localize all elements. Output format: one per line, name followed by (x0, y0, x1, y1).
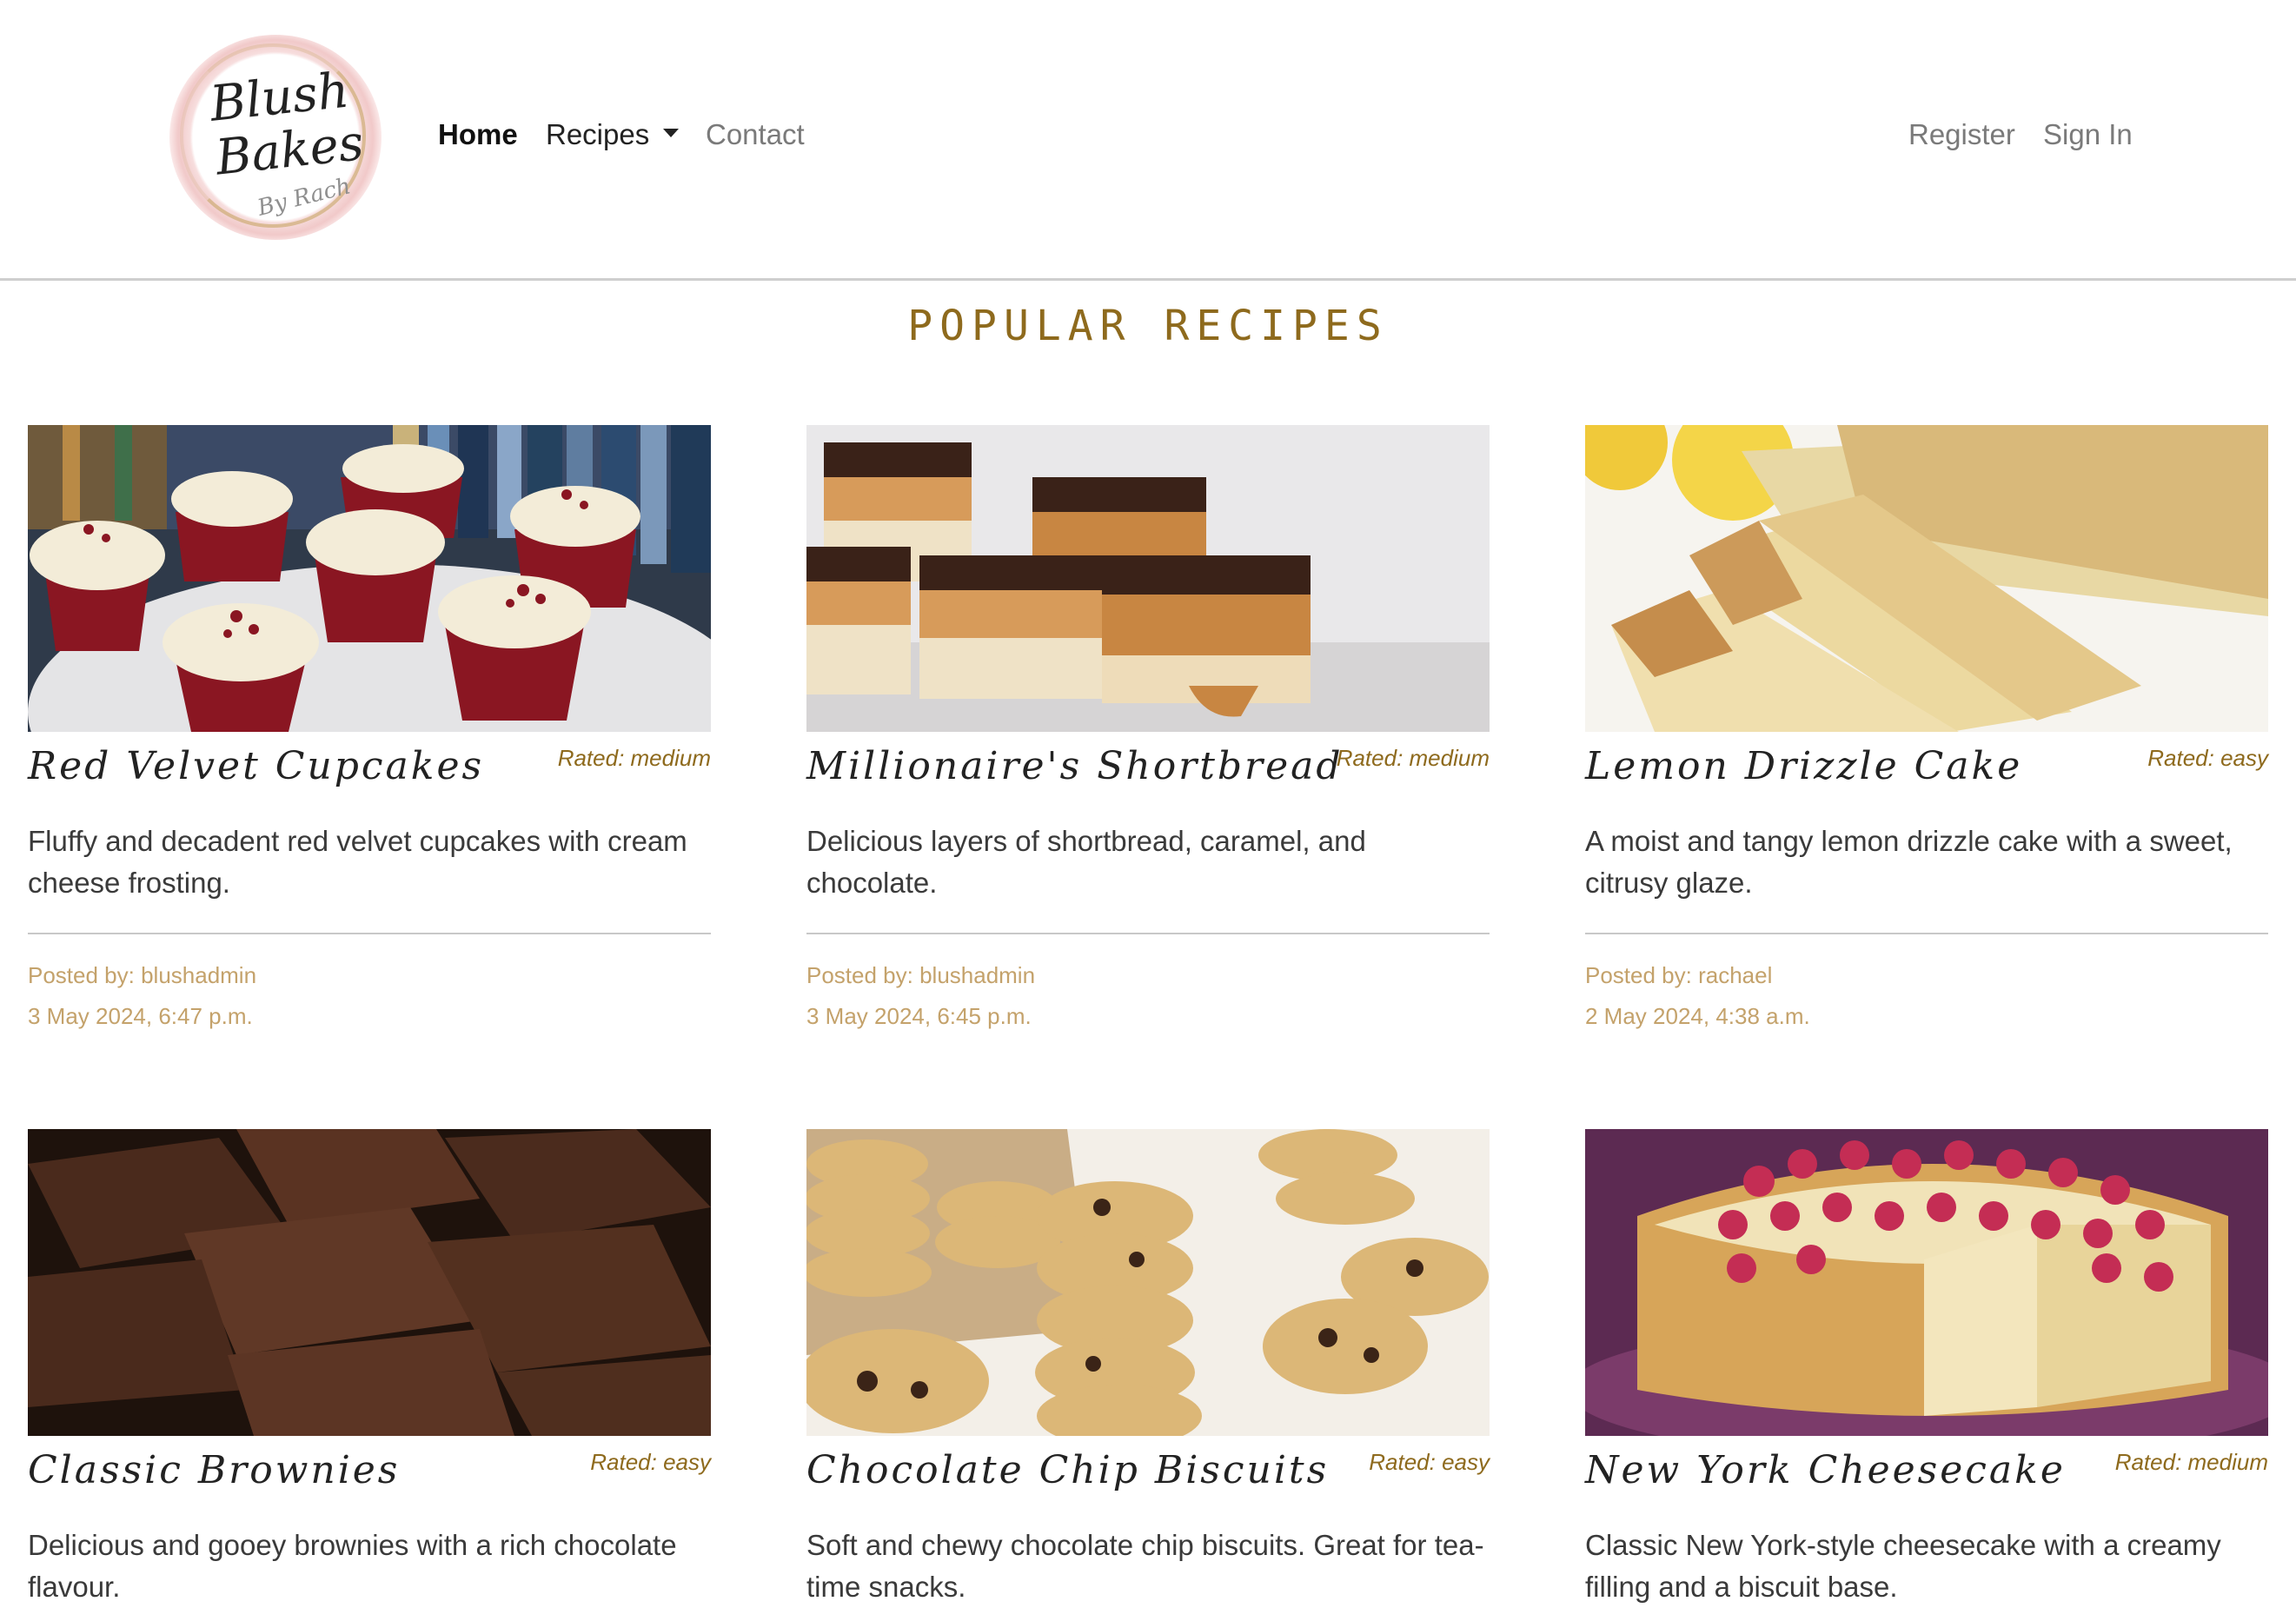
recipe-description: Fluffy and decadent red velvet cupcakes … (28, 825, 687, 899)
recipe-rating: Rated: easy (1369, 1449, 1490, 1475)
nav-home-link[interactable]: Home (438, 117, 518, 152)
card-divider (1585, 933, 2268, 934)
recipe-date: 3 May 2024, 6:47 p.m. (28, 1003, 253, 1029)
recipe-image-millionaires-shortbread[interactable] (806, 425, 1490, 732)
recipe-title[interactable]: Chocolate Chip Biscuits (806, 1445, 1329, 1497)
recipe-author: Posted by: rachael (1585, 962, 1773, 988)
recipe-image-red-velvet-cupcakes[interactable] (28, 425, 711, 732)
card-divider (28, 933, 711, 934)
nav-recipes-label: Recipes (546, 118, 650, 150)
nav-recipes-dropdown[interactable]: Recipes (546, 117, 680, 152)
recipe-rating: Rated: medium (2114, 1449, 2268, 1475)
recipe-image-new-york-cheesecake[interactable] (1585, 1129, 2268, 1436)
navbar: Blush Bakes By Rach Home Recipes Contact… (0, 0, 2296, 281)
card-divider (806, 933, 1490, 934)
recipe-rating: Rated: easy (590, 1449, 711, 1475)
recipe-description: Delicious and gooey brownies with a rich… (28, 1529, 677, 1603)
recipe-description: A moist and tangy lemon drizzle cake wit… (1585, 825, 2233, 899)
nav-register-link[interactable]: Register (1908, 117, 2015, 152)
recipe-author: Posted by: blushadmin (28, 962, 257, 988)
recipe-rating: Rated: medium (557, 745, 711, 771)
recipe-description: Delicious layers of shortbread, caramel,… (806, 825, 1366, 899)
recipe-image-classic-brownies[interactable] (28, 1129, 711, 1436)
recipe-title[interactable]: Red Velvet Cupcakes (28, 741, 484, 793)
caret-down-icon (663, 129, 680, 138)
recipe-date: 2 May 2024, 4:38 a.m. (1585, 1003, 1810, 1029)
recipe-title[interactable]: Classic Brownies (28, 1445, 400, 1497)
recipe-image-chocolate-chip-biscuits[interactable] (806, 1129, 1490, 1436)
nav-contact-link[interactable]: Contact (706, 117, 805, 152)
brand-logo[interactable]: Blush Bakes By Rach (169, 35, 382, 240)
recipe-image-lemon-drizzle-cake[interactable] (1585, 425, 2268, 732)
recipe-title[interactable]: Lemon Drizzle Cake (1585, 741, 2022, 793)
recipe-title[interactable]: Millionaire's Shortbread (806, 741, 1344, 793)
recipe-rating: Rated: easy (2147, 745, 2268, 771)
recipe-description: Classic New York-style cheesecake with a… (1585, 1529, 2221, 1603)
nav-sign-in-link[interactable]: Sign In (2043, 117, 2133, 152)
recipe-title[interactable]: New York Cheesecake (1585, 1445, 2066, 1497)
popular-recipes-heading: Popular Recipes (907, 302, 1389, 350)
recipe-description: Soft and chewy chocolate chip biscuits. … (806, 1529, 1484, 1603)
recipe-date: 3 May 2024, 6:45 p.m. (806, 1003, 1032, 1029)
recipe-rating: Rated: medium (1336, 745, 1490, 771)
logo-wordmark: Blush Bakes (208, 62, 367, 186)
recipe-author: Posted by: blushadmin (806, 962, 1036, 988)
